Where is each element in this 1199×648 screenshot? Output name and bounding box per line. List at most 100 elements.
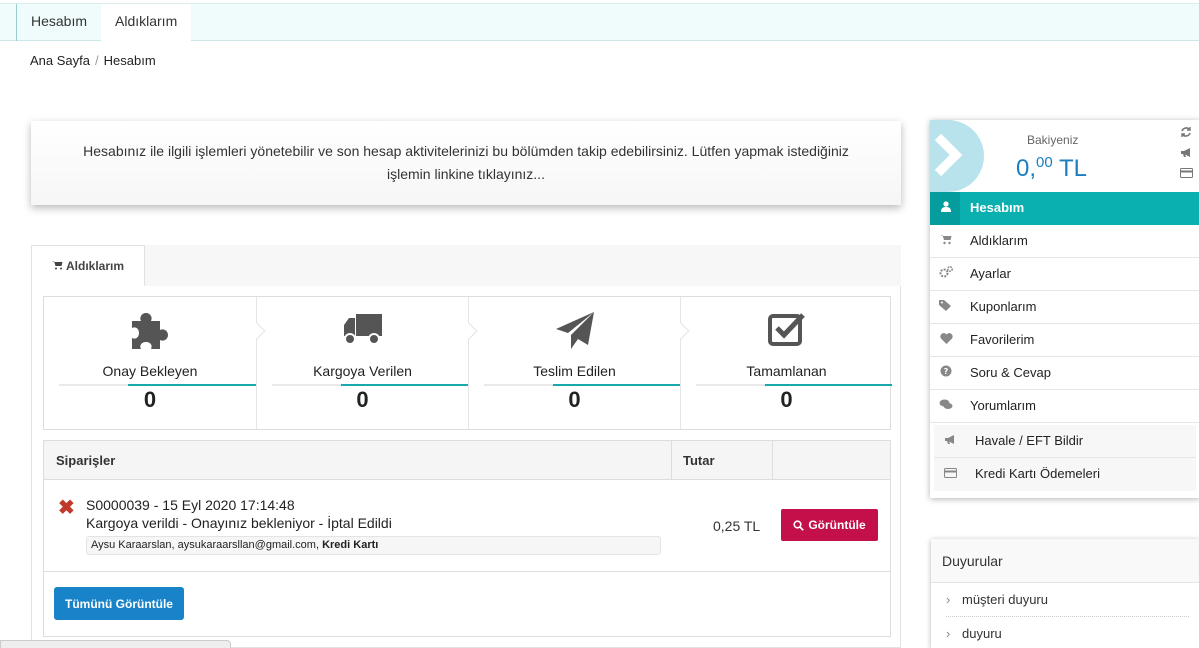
sidebar-item-label: Favorilerim	[970, 332, 1035, 347]
sidebar-item-kredi-karti[interactable]: Kredi Kartı Ödemeleri	[934, 458, 1196, 491]
sidebar-item-label: Ayarlar	[970, 266, 1011, 281]
announcement-item[interactable]: › duyuru	[946, 617, 1189, 648]
stat-divider	[484, 384, 680, 386]
sidebar-item-soru-cevap[interactable]: ? Soru & Cevap	[930, 357, 1199, 390]
tags-icon	[938, 291, 954, 323]
sidebar-payment-menu: Havale / EFT Bildir Kredi Kartı Ödemeler…	[934, 425, 1196, 491]
search-icon	[793, 519, 805, 531]
balance-tools	[1178, 126, 1194, 181]
gears-icon	[938, 258, 954, 290]
announcement-label: müşteri duyuru	[962, 592, 1048, 607]
tab-orders-label: Aldıklarım	[66, 259, 125, 273]
sidebar-item-yorumlarim[interactable]: Yorumlarım	[930, 390, 1199, 423]
credit-card-icon[interactable]	[1179, 167, 1193, 181]
balance-whole: 0,	[1016, 155, 1037, 182]
sidebar-item-havale-eft[interactable]: Havale / EFT Bildir	[934, 425, 1196, 458]
stat-shipped-value: 0	[356, 387, 369, 412]
orders-panel: Onay Bekleyen 0 Kargoya Verilen 0 Teslim…	[31, 286, 901, 648]
sidebar-item-ayarlar[interactable]: Ayarlar	[930, 258, 1199, 291]
orders-table-header: Siparişler Tutar	[44, 441, 890, 480]
stat-delivered-label: Teslim Edilen	[533, 363, 616, 379]
stat-completed-value: 0	[780, 387, 793, 412]
balance-fraction: 00	[1036, 154, 1053, 171]
order-title[interactable]: S0000039 - 15 Eyl 2020 17:14:48	[86, 497, 295, 513]
sidebar-item-kuponlarim[interactable]: Kuponlarım	[930, 291, 1199, 324]
stat-shipped-label: Kargoya Verilen	[313, 363, 412, 379]
sidebar-item-label: Aldıklarım	[970, 233, 1028, 248]
balance-box: Bakiyeniz 0,00 TL	[930, 120, 1199, 192]
order-customer-info: Aysu Karaarslan, aysukaraarsllan@gmail.c…	[86, 536, 661, 555]
stat-completed[interactable]: Tamamlanan 0	[680, 297, 892, 429]
info-text: Hesabınız ile ilgili işlemleri yönetebil…	[83, 143, 849, 182]
stat-pending[interactable]: Onay Bekleyen 0	[44, 297, 266, 429]
browser-status-bar	[0, 640, 231, 648]
info-box: Hesabınız ile ilgili işlemleri yönetebil…	[31, 121, 901, 205]
breadcrumb-home[interactable]: Ana Sayfa	[30, 53, 90, 68]
amount-column-header: Tutar	[671, 441, 772, 479]
action-column-header	[772, 441, 892, 479]
view-order-button[interactable]: Görüntüle	[781, 509, 878, 541]
stat-pending-value: 0	[143, 387, 157, 412]
stat-divider	[696, 384, 892, 386]
truck-icon	[257, 311, 468, 351]
stat-shipped[interactable]: Kargoya Verilen 0	[256, 297, 478, 429]
sidebar-item-label: Soru & Cevap	[970, 365, 1051, 380]
sidebar-menu: Hesabım Aldıklarım Ayarlar Kuponlarım Fa…	[930, 192, 1199, 423]
top-tabs: Hesabım Aldıklarım	[0, 3, 1199, 41]
balance-currency: TL	[1058, 155, 1087, 182]
sidebar-item-label: Kuponlarım	[970, 299, 1037, 314]
cart-icon	[52, 247, 63, 287]
question-icon: ?	[938, 357, 954, 389]
credit-card-icon	[942, 458, 958, 490]
comments-icon	[938, 390, 954, 422]
sidebar-item-label: Hesabım	[970, 200, 1025, 215]
tab-hesabim[interactable]: Hesabım	[16, 4, 101, 41]
cart-icon	[938, 225, 954, 257]
sidebar-item-label: Havale / EFT Bildir	[975, 433, 1084, 448]
tab-orders[interactable]: Aldıklarım	[31, 245, 145, 287]
orders-panel-tabs: Aldıklarım	[31, 245, 901, 287]
refresh-icon[interactable]	[1180, 126, 1192, 141]
check-square-icon	[681, 311, 892, 351]
table-row: ✖ S0000039 - 15 Eyl 2020 17:14:48 Kargoy…	[44, 480, 890, 572]
sidebar-item-favorilerim[interactable]: Favorilerim	[930, 324, 1199, 357]
order-customer: Aysu Karaarslan, aysukaraarsllan@gmail.c…	[91, 539, 320, 551]
heart-icon	[938, 324, 954, 356]
chevron-right-icon: ›	[946, 626, 951, 641]
breadcrumb: Ana Sayfa / Hesabım	[30, 53, 156, 68]
stat-pending-label: Onay Bekleyen	[102, 363, 198, 379]
view-order-label: Görüntüle	[808, 518, 866, 532]
tab-aldiklarim[interactable]: Aldıklarım	[101, 4, 192, 41]
breadcrumb-current: Hesabım	[103, 53, 156, 68]
user-icon	[938, 192, 954, 224]
sidebar-item-label: Kredi Kartı Ödemeleri	[975, 466, 1100, 481]
announcement-item[interactable]: › müşteri duyuru	[946, 583, 1189, 617]
sidebar-item-hesabim[interactable]: Hesabım	[930, 192, 1199, 225]
bullhorn-icon[interactable]	[1180, 147, 1193, 161]
announcements-box: Duyurular › müşteri duyuru › duyuru	[931, 539, 1199, 648]
orders-footer: Tümünü Görüntüle	[44, 572, 890, 636]
bullhorn-icon	[942, 425, 958, 457]
paper-plane-icon	[469, 311, 680, 351]
sidebar-item-label: Yorumlarım	[970, 398, 1036, 413]
view-all-button[interactable]: Tümünü Görüntüle	[54, 587, 184, 620]
chevron-right-icon	[934, 133, 964, 180]
order-payment-method: Kredi Kartı	[322, 539, 379, 551]
sidebar-item-aldiklarim[interactable]: Aldıklarım	[930, 225, 1199, 258]
stat-completed-label: Tamamlanan	[746, 363, 827, 379]
stat-delivered-value: 0	[568, 387, 581, 412]
announcements-title: Duyurular	[931, 539, 1199, 583]
puzzle-icon	[44, 311, 256, 351]
balance-amount: 0,00 TL	[1016, 154, 1087, 183]
order-amount: 0,25 TL	[713, 518, 761, 534]
cancel-x-icon: ✖	[58, 497, 75, 519]
svg-text:?: ?	[944, 367, 949, 376]
order-stats: Onay Bekleyen 0 Kargoya Verilen 0 Teslim…	[43, 296, 892, 430]
announcement-label: duyuru	[962, 626, 1002, 641]
account-sidebar: Bakiyeniz 0,00 TL Hesabım Aldıklarım Aya…	[930, 120, 1199, 498]
orders-column-header: Siparişler	[56, 453, 116, 468]
stat-divider	[59, 384, 256, 386]
stat-delivered[interactable]: Teslim Edilen 0	[468, 297, 690, 429]
balance-label: Bakiyeniz	[1027, 133, 1079, 147]
chevron-right-icon: ›	[946, 592, 951, 607]
